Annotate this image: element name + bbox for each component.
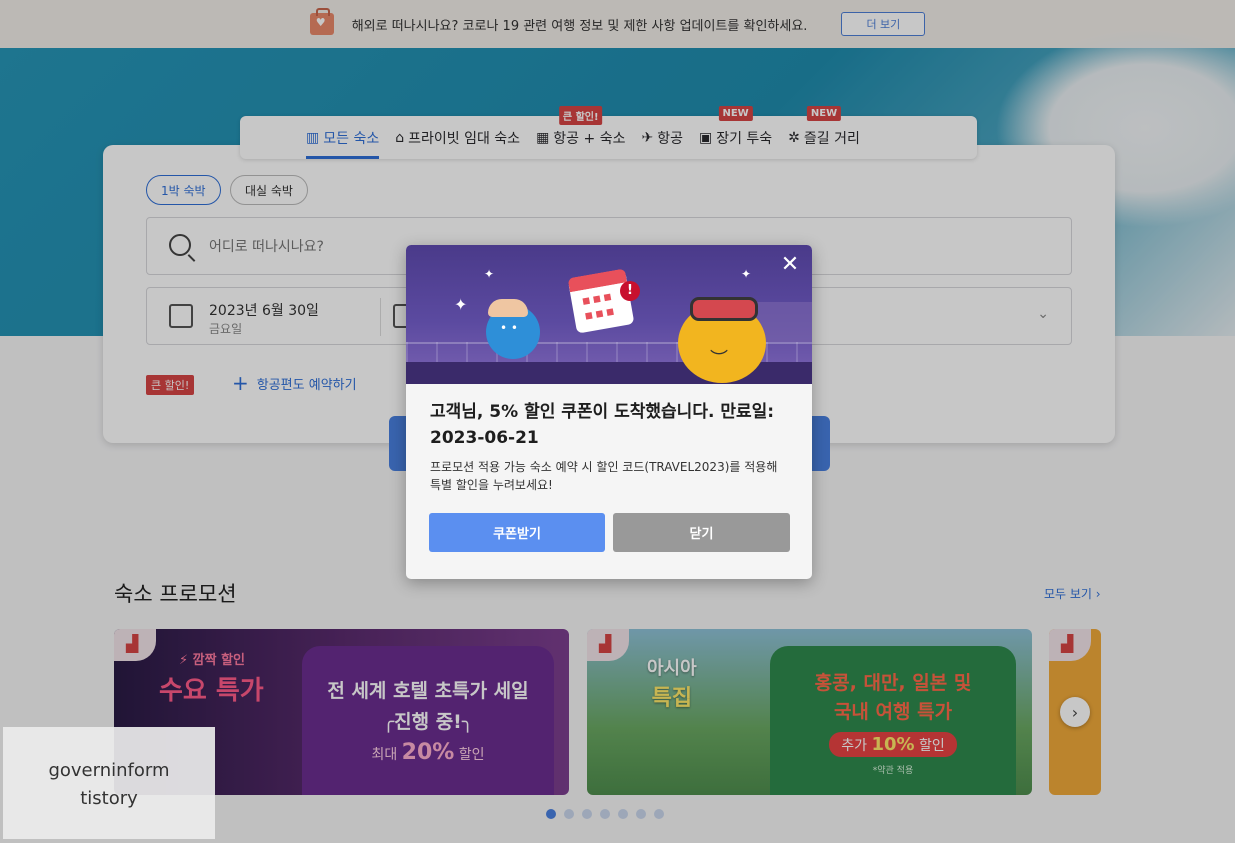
calendar-icon bbox=[567, 268, 635, 334]
alert-icon: ! bbox=[620, 281, 640, 301]
watermark: governinform tistory bbox=[3, 727, 215, 839]
modal-description: 프로모션 적용 가능 숙소 예약 시 할인 코드(TRAVEL2023)를 적용… bbox=[430, 460, 778, 492]
coupon-modal: ✦ ✦ ✦ ! ✕ 고객님, 5% 할인 쿠폰이 도착했습니다. 만료일: 20… bbox=[406, 245, 812, 579]
blue-mascot bbox=[486, 299, 540, 359]
yellow-mascot bbox=[678, 297, 766, 383]
close-button[interactable]: 닫기 bbox=[613, 513, 790, 552]
get-coupon-button[interactable]: 쿠폰받기 bbox=[429, 513, 605, 552]
coupon-illustration: ✦ ✦ ✦ ! bbox=[406, 245, 812, 384]
watermark-line2: tistory bbox=[80, 788, 138, 809]
sparkle-icon: ✦ bbox=[484, 267, 495, 281]
sparkle-icon: ✦ bbox=[454, 295, 468, 314]
modal-title: 고객님, 5% 할인 쿠폰이 도착했습니다. 만료일: 2023-06-21 bbox=[430, 402, 775, 448]
watermark-line1: governinform bbox=[48, 760, 170, 781]
sparkle-icon: ✦ bbox=[741, 267, 752, 281]
close-icon[interactable]: ✕ bbox=[778, 253, 802, 277]
